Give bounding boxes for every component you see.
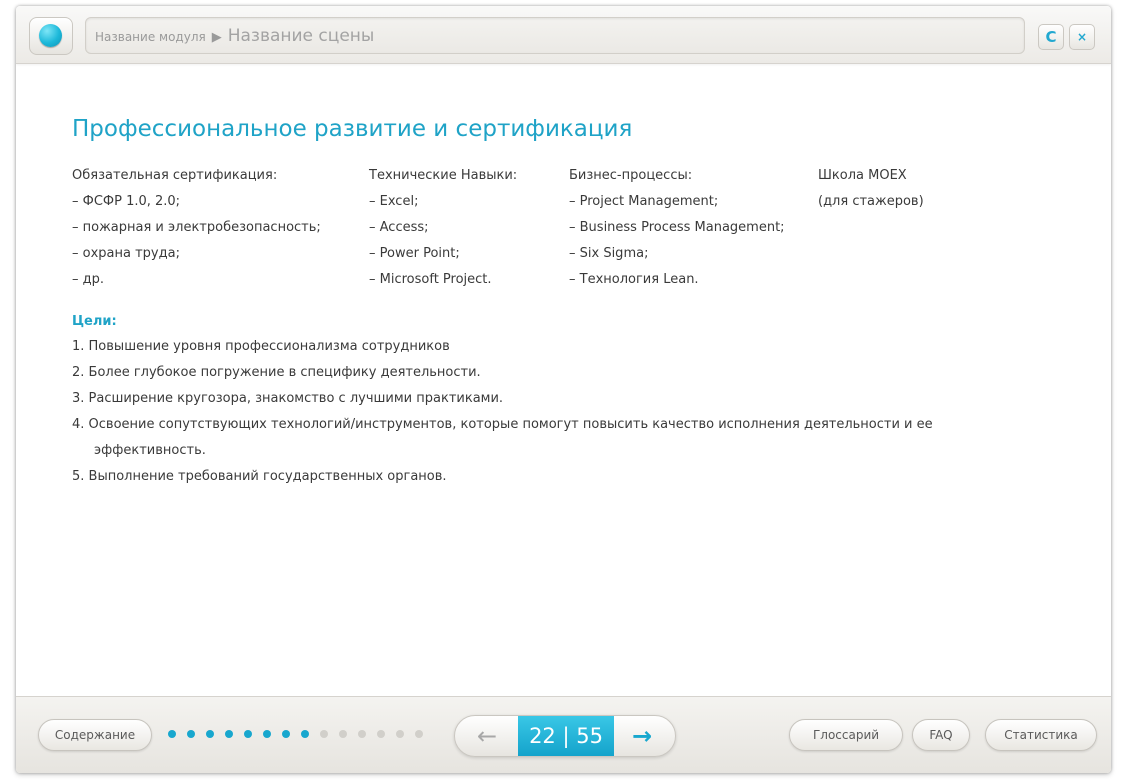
list-item: – Business Process Management;: [569, 220, 785, 235]
column-heading: Бизнес-процессы:: [569, 168, 693, 183]
logo-icon: [39, 24, 62, 47]
list-item: – ФСФР 1.0, 2.0;: [72, 194, 181, 209]
list-item: – пожарная и электробезопасность;: [72, 220, 321, 235]
goals-list: 1. Повышение уровня профессионализма сот…: [72, 334, 1032, 490]
progress-dot[interactable]: [187, 730, 195, 738]
list-item: – охрана труда;: [72, 246, 180, 261]
list-item: – Microsoft Project.: [369, 272, 492, 287]
page-title: Профессиональное развитие и сертификация: [72, 116, 633, 142]
list-item: – Six Sigma;: [569, 246, 649, 261]
column-heading: Обязательная сертификация:: [72, 168, 278, 183]
contents-button[interactable]: Содержание: [38, 719, 152, 751]
column-tech-skills: Технические Навыки: – Excel; – Access; –…: [369, 163, 517, 293]
column-moex-school: Школа МОЕХ (для стажеров): [818, 163, 924, 215]
progress-dot[interactable]: [244, 730, 252, 738]
menu-button[interactable]: [29, 17, 73, 55]
goal-item: 3. Расширение кругозора, знакомство с лу…: [72, 391, 504, 406]
progress-dot[interactable]: [301, 730, 309, 738]
breadcrumb-module[interactable]: Название модуля: [95, 30, 206, 44]
reload-icon: C: [1045, 28, 1057, 46]
list-item: – Project Management;: [569, 194, 719, 209]
goal-item: 5. Выполнение требований государственных…: [72, 469, 447, 484]
list-item: – Access;: [369, 220, 429, 235]
close-icon: ×: [1076, 30, 1088, 44]
progress-dot[interactable]: [320, 730, 328, 738]
progress-dot[interactable]: [377, 730, 385, 738]
progress-dot[interactable]: [206, 730, 214, 738]
page-counter: 22 | 55: [518, 716, 614, 756]
progress-dot[interactable]: [225, 730, 233, 738]
close-button[interactable]: ×: [1069, 24, 1095, 50]
arrow-right-icon: →: [631, 722, 653, 750]
progress-dot[interactable]: [339, 730, 347, 738]
faq-button[interactable]: FAQ: [912, 719, 970, 751]
breadcrumb: Название модуля ▶ Название сцены: [85, 17, 1025, 54]
breadcrumb-separator-icon: ▶: [211, 30, 222, 45]
page-navigation: ← 22 | 55 →: [454, 715, 676, 757]
goal-item: 4. Освоение сопутствующих технологий/инс…: [72, 417, 933, 432]
column-heading: Школа МОЕХ: [818, 168, 907, 183]
list-item: (для стажеров): [818, 194, 924, 209]
statistics-button[interactable]: Статистика: [985, 719, 1097, 751]
list-item: – Excel;: [369, 194, 419, 209]
goal-item-continuation: эффективность.: [94, 443, 206, 458]
list-item: – Технология Lean.: [569, 272, 699, 287]
goals-heading: Цели:: [72, 314, 117, 329]
progress-dot[interactable]: [415, 730, 423, 738]
arrow-left-icon: ←: [476, 722, 498, 750]
glossary-button[interactable]: Глоссарий: [789, 719, 903, 751]
reload-button[interactable]: C: [1038, 24, 1064, 50]
breadcrumb-text: Название модуля ▶ Название сцены: [95, 18, 374, 53]
progress-dot[interactable]: [263, 730, 271, 738]
bottom-bar: Содержание ← 22 | 55 → Глоссарий FAQ Ста…: [16, 696, 1111, 773]
progress-dot[interactable]: [168, 730, 176, 738]
breadcrumb-scene: Название сцены: [227, 26, 375, 46]
column-heading: Технические Навыки:: [369, 168, 518, 183]
progress-dot[interactable]: [358, 730, 366, 738]
list-item: – др.: [72, 272, 105, 287]
column-certification: Обязательная сертификация: – ФСФР 1.0, 2…: [72, 163, 321, 293]
goal-item: 1. Повышение уровня профессионализма сот…: [72, 339, 450, 354]
prev-button[interactable]: ←: [463, 716, 511, 756]
progress-dot[interactable]: [396, 730, 404, 738]
progress-dot[interactable]: [282, 730, 290, 738]
column-business-processes: Бизнес-процессы: – Project Management; –…: [569, 163, 785, 293]
app-window: Название модуля ▶ Название сцены C × Профе…: [16, 6, 1111, 773]
list-item: – Power Point;: [369, 246, 460, 261]
top-bar: Название модуля ▶ Название сцены C ×: [16, 6, 1111, 64]
goal-item: 2. Более глубокое погружение в специфику…: [72, 365, 481, 380]
next-button[interactable]: →: [617, 716, 667, 756]
